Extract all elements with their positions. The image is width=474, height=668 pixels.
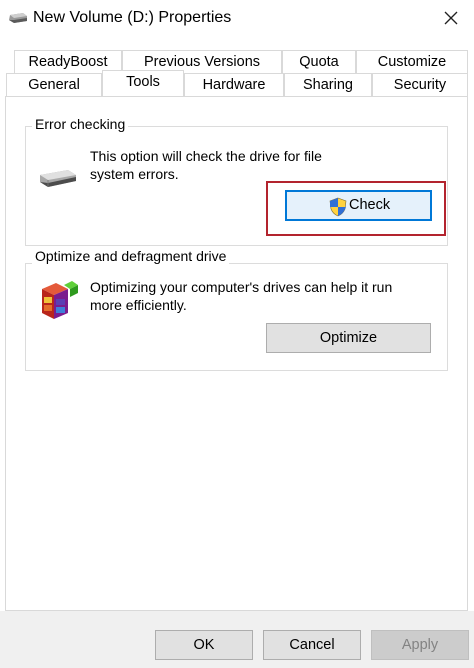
tab-general[interactable]: General: [6, 73, 102, 96]
window-title: New Volume (D:) Properties: [33, 9, 232, 26]
drive-icon: [9, 13, 27, 23]
tab-security[interactable]: Security: [372, 73, 468, 96]
tab-quota[interactable]: Quota: [282, 50, 356, 73]
tab-sharing[interactable]: Sharing: [284, 73, 372, 96]
close-icon: [444, 11, 458, 25]
check-button[interactable]: Check: [285, 190, 432, 221]
tab-customize[interactable]: Customize: [356, 50, 468, 73]
error-checking-label: Error checking: [32, 116, 129, 132]
title-bar: New Volume (D:) Properties: [0, 0, 474, 36]
cancel-button[interactable]: Cancel: [263, 630, 361, 660]
optimize-description: Optimizing your computer's drives can he…: [90, 279, 393, 313]
drive-icon: [40, 170, 76, 187]
tab-hardware[interactable]: Hardware: [184, 73, 284, 96]
check-button-label: Check: [349, 197, 391, 213]
ok-button[interactable]: OK: [155, 630, 253, 660]
optimize-label: Optimize and defragment drive: [32, 248, 230, 264]
tools-panel: Error checking This option will check th…: [5, 96, 468, 611]
close-button[interactable]: [436, 4, 466, 32]
uac-shield-icon: [329, 197, 347, 217]
tab-tools[interactable]: Tools: [102, 70, 184, 96]
error-checking-description: This option will check the drive for fil…: [90, 148, 322, 182]
defragment-icon: [42, 281, 78, 319]
optimize-button[interactable]: Optimize: [266, 323, 431, 353]
apply-button[interactable]: Apply: [371, 630, 469, 660]
